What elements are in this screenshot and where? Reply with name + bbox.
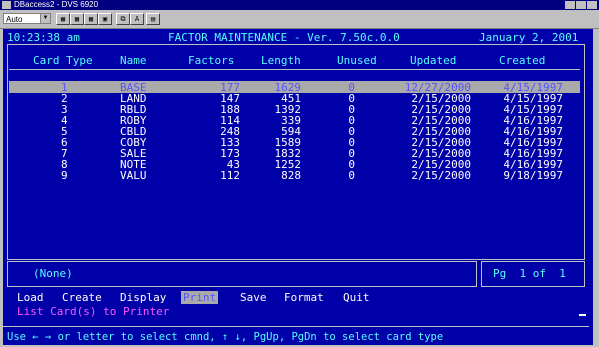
title-bar: DBaccess2 - DVS 6920 — [0, 0, 599, 10]
cell-unused: 0 — [348, 169, 355, 182]
column-header: Length — [261, 54, 301, 67]
menu-item-create[interactable]: Create — [62, 291, 102, 304]
cell-created: 9/18/1997 — [503, 169, 563, 182]
maximize-icon[interactable] — [576, 1, 586, 9]
cell-type: 9 — [61, 169, 68, 182]
font-icon[interactable]: A — [130, 13, 144, 25]
column-header: Unused — [337, 54, 377, 67]
column-header: Card Type — [33, 54, 93, 67]
column-header: Updated — [410, 54, 457, 67]
grid-icon[interactable]: ▦ — [84, 13, 98, 25]
column-header: Factors — [188, 54, 235, 67]
command-description: List Card(s) to Printer — [17, 305, 170, 318]
page-indicator: Pg 1 of 1 — [493, 267, 566, 280]
menu-item-load[interactable]: Load — [17, 291, 44, 304]
toolbar: Auto ▼ ▦ ▦ ▦ ▣ ⧉ A ▤ — [0, 10, 599, 29]
close-icon[interactable] — [587, 1, 597, 9]
page-title: FACTOR MAINTENANCE - Ver. 7.50c.0.0 — [168, 31, 400, 44]
clock-time: 10:23:38 am — [7, 31, 80, 44]
minimize-icon[interactable] — [565, 1, 575, 9]
scrollbar[interactable] — [593, 29, 596, 345]
copy-icon[interactable]: ▣ — [98, 13, 112, 25]
none-label: (None) — [33, 267, 73, 280]
menu-item-quit[interactable]: Quit — [343, 291, 370, 304]
terminal-screen: 10:23:38 am FACTOR MAINTENANCE - Ver. 7.… — [3, 29, 596, 345]
font-select[interactable]: Auto ▼ — [3, 13, 51, 24]
selection-info-box — [7, 261, 477, 287]
menu-item-print[interactable]: Print — [181, 291, 219, 304]
grid-icon[interactable]: ▦ — [70, 13, 84, 25]
cell-length: 828 — [281, 169, 301, 182]
app-window: DBaccess2 - DVS 6920 Auto ▼ ▦ ▦ ▦ ▣ ⧉ A … — [0, 0, 599, 347]
cell-updated: 2/15/2000 — [411, 169, 471, 182]
grid-icon[interactable]: ▦ — [56, 13, 70, 25]
font-select-value: Auto — [6, 15, 23, 24]
status-divider — [3, 326, 589, 327]
properties-icon[interactable]: ▤ — [146, 13, 160, 25]
system-menu-icon[interactable] — [2, 1, 11, 9]
status-bar-help: Use ← → or letter to select cmnd, ↑ ↓, P… — [7, 331, 444, 343]
window-title: DBaccess2 - DVS 6920 — [14, 0, 99, 9]
text-cursor — [579, 314, 586, 316]
current-date: January 2, 2001 — [479, 31, 579, 44]
select-icon[interactable]: ⧉ — [116, 13, 130, 25]
column-header: Created — [499, 54, 546, 67]
cell-name: VALU — [120, 169, 147, 182]
menu-item-save[interactable]: Save — [240, 291, 267, 304]
cell-factors: 112 — [220, 169, 240, 182]
menu-item-display[interactable]: Display — [120, 291, 166, 304]
column-header: Name — [120, 54, 147, 67]
header-divider — [9, 69, 580, 70]
chevron-down-icon[interactable]: ▼ — [40, 14, 50, 23]
menu-item-format[interactable]: Format — [284, 291, 324, 304]
